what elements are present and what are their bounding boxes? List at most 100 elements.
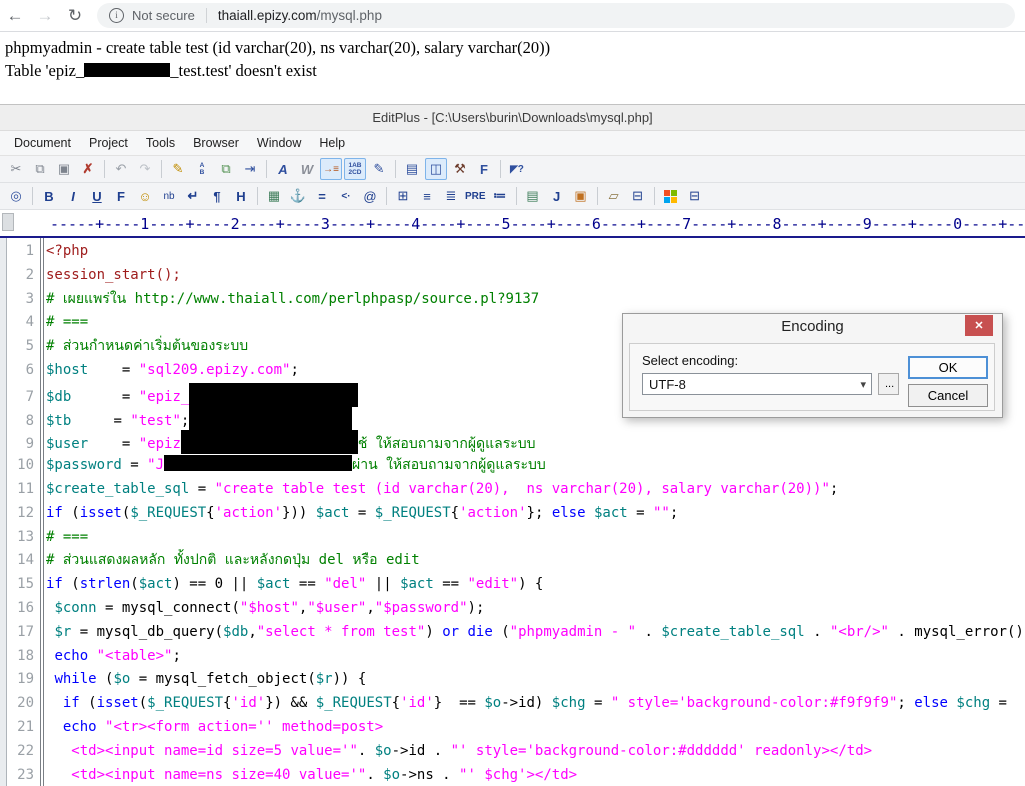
toolbar-separator (596, 187, 598, 205)
user-tool-icon[interactable]: ⚒ (449, 158, 471, 180)
cut-icon[interactable]: ✂ (5, 158, 27, 180)
smiley-icon[interactable]: ☺ (134, 185, 156, 207)
undo-icon[interactable]: ↶ (110, 158, 132, 180)
menu-window[interactable]: Window (248, 136, 310, 150)
side-panel-icon[interactable]: ◫ (425, 158, 447, 180)
preferences-icon[interactable]: ✎ (368, 158, 390, 180)
table-icon[interactable]: ⊞ (392, 185, 414, 207)
redaction-box (180, 430, 358, 455)
info-icon[interactable]: i (109, 8, 124, 23)
menu-project[interactable]: Project (80, 136, 137, 150)
code-token: ; (829, 480, 839, 497)
ok-button[interactable]: OK (908, 356, 988, 379)
java-icon[interactable]: J (546, 185, 568, 207)
split-window-icon[interactable]: ⊟ (684, 185, 706, 207)
code-token: }; (526, 504, 552, 521)
find-highlight-icon[interactable]: ✎ (167, 158, 189, 180)
tag-icon[interactable]: <· (335, 185, 357, 207)
code-token: ( (492, 623, 510, 640)
encoding-select[interactable]: UTF-8 ▾ (642, 373, 872, 395)
cancel-button[interactable]: Cancel (908, 384, 988, 407)
code-token: 'id' (231, 695, 266, 712)
menu-tools[interactable]: Tools (137, 136, 184, 150)
line-number-icon[interactable]: 1AB 2CD (344, 158, 366, 180)
address-bar[interactable]: i Not secure thaiall.epizy.com/mysql.php (97, 3, 1015, 28)
code-token: else (551, 504, 586, 521)
italic-icon[interactable]: I (62, 185, 84, 207)
browse-button[interactable]: ... (878, 373, 899, 395)
code-line: 23 <td><input name=ns size=40 value='". … (0, 764, 1025, 786)
list-icon[interactable]: ≔ (489, 185, 511, 207)
browser-preview-icon[interactable]: ◎ (5, 185, 27, 207)
code-token: = mysql_connect( (96, 599, 240, 616)
document-list-icon[interactable]: ▤ (401, 158, 423, 180)
soft-wrap-icon[interactable]: →≡ (320, 158, 342, 180)
code-token: { (450, 504, 460, 521)
indent-icon[interactable]: ⇥ (239, 158, 261, 180)
code-line: 9 $user = "epiz ช้ ให้สอบถามจากผู้ดูแลระบบ (0, 430, 1025, 455)
code-token: $act (138, 576, 173, 593)
word-wrap-icon[interactable]: W (296, 158, 318, 180)
pre-icon[interactable]: PRE (464, 185, 487, 207)
ruler-corner (2, 213, 14, 231)
email-icon[interactable]: @ (359, 185, 381, 207)
copy-list-icon[interactable]: ⧉ (215, 158, 237, 180)
copy-icon[interactable]: ⧉ (29, 158, 51, 180)
bold-icon[interactable]: B (38, 185, 60, 207)
dialog-group: Select encoding: UTF-8 ▾ ... OK Cancel (629, 343, 995, 411)
anchor-icon[interactable]: ⚓ (287, 185, 309, 207)
code-token: die (467, 623, 493, 640)
code-line: 20 if (isset($_REQUEST{'id'}) && $_REQUE… (0, 692, 1025, 716)
folder-icon[interactable]: ▱ (603, 185, 625, 207)
code-token: "epiz (138, 436, 181, 453)
paragraph-icon[interactable]: ¶ (206, 185, 228, 207)
script-icon[interactable]: ▤ (522, 185, 544, 207)
close-icon[interactable]: ✕ (965, 315, 993, 336)
font-tag-icon[interactable]: F (110, 185, 132, 207)
back-icon[interactable]: ← (0, 6, 30, 26)
page-output-line2-prefix: Table 'epiz_ (5, 60, 85, 80)
align-center-icon[interactable]: ≡ (416, 185, 438, 207)
code-token: $r (315, 671, 333, 688)
window-icon[interactable]: ⊟ (627, 185, 649, 207)
code-token: == (433, 576, 468, 593)
menu-document[interactable]: Document (5, 136, 80, 150)
replace-icon[interactable]: AB (191, 158, 213, 180)
code-token: = mysql_fetch_object( (130, 671, 316, 688)
object-icon[interactable]: ▣ (570, 185, 592, 207)
horizontal-rule-icon[interactable]: = (311, 185, 333, 207)
page-output-line2-suffix: _test.test' doesn't exist (170, 60, 317, 80)
forward-icon[interactable]: → (30, 6, 60, 26)
toolbar-separator (386, 187, 387, 205)
code-line: 14 # ส่วนแสดงผลหลัก ทั้งปกติ และหลังกดปุ่… (0, 549, 1025, 573)
image-icon[interactable]: ▦ (263, 185, 285, 207)
function-list-icon[interactable]: F (473, 158, 495, 180)
menu-browser[interactable]: Browser (184, 136, 248, 150)
help-pointer-icon[interactable]: ◤? (506, 158, 528, 180)
toolbar-separator (257, 187, 258, 205)
toolbar-html: ◎ B I U F ☺ nb ↵ ¶ H ▦ ⚓ = <· @ ⊞ ≡ ≣ PRE ≔ ▤ J ▣ ▱ ⊟ ⊟ (0, 183, 1025, 210)
line-break-icon[interactable]: ↵ (182, 185, 204, 207)
underline-icon[interactable]: U (86, 185, 108, 207)
code-token: "test" (130, 412, 181, 429)
windows-logo-icon[interactable] (660, 185, 682, 207)
delete-icon[interactable]: ✗ (77, 158, 99, 180)
code-token: else (914, 695, 948, 712)
menu-help[interactable]: Help (310, 136, 354, 150)
gutter-separator (40, 238, 44, 786)
nonbreak-space-icon[interactable]: nb (158, 185, 180, 207)
toolbar-main: ✂ ⧉ ▣ ✗ ↶ ↷ ✎ A B ⧉ ⇥ A W →≡ 1AB 2CD ✎ ▤ ◫ ⚒ F ◤? (0, 156, 1025, 183)
code-token: $chg (551, 695, 586, 712)
redo-icon[interactable]: ↷ (134, 158, 156, 180)
code-token: "<tr><form action='' method=post> (105, 718, 384, 735)
code-token: ( (79, 695, 97, 712)
code-token: )) { (332, 671, 367, 688)
code-token: $_REQUEST (130, 504, 207, 521)
font-icon[interactable]: A (272, 158, 294, 180)
align-right-icon[interactable]: ≣ (440, 185, 462, 207)
paste-icon[interactable]: ▣ (53, 158, 75, 180)
heading-icon[interactable]: H (230, 185, 252, 207)
reload-icon[interactable]: ↻ (60, 6, 90, 26)
code-token: "phpmyadmin - " (509, 623, 637, 640)
